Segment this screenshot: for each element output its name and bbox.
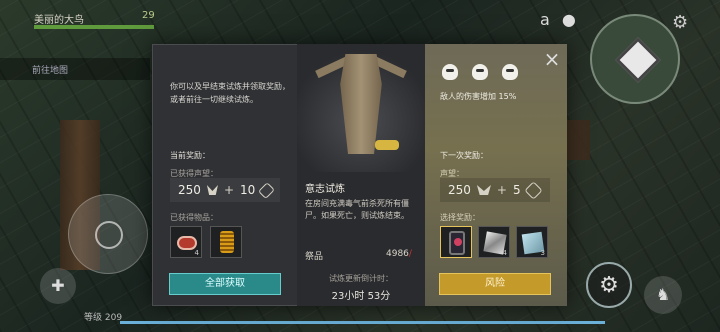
current-bonus-value: 10 [240,183,256,197]
item-slot-foil[interactable]: 4 [478,226,510,258]
filter-icon [220,231,234,253]
offering-icon: / [408,249,412,259]
player-name: 美丽的大鸟 [34,15,84,26]
item-count: 4 [502,249,507,257]
current-reputation-row: 250 + 10 [170,178,280,202]
timer-value: 23小时 53分 [331,291,391,302]
trial-title: 意志试炼 [305,184,345,195]
gold-pile [375,140,399,150]
item-slot-phone[interactable] [440,226,472,258]
offering-value: 4986/ [386,249,412,259]
risk-button[interactable]: 风险 [439,273,551,295]
offering-amount: 4986 [386,249,409,259]
item-count: 4 [194,249,199,257]
current-reputation-block: 已获得声望： 250 + 10 [170,168,280,202]
joystick-knob[interactable] [95,221,123,249]
dpad-button[interactable]: ✚ [40,268,76,304]
skull-icon [442,64,458,80]
timer-label: 试炼更新倒计时： [329,274,393,283]
current-rep-value: 250 [178,183,201,197]
next-bonus-value: 5 [512,183,521,197]
next-items-block: 选择奖励： 4 3 [440,212,548,258]
item-slot-meat[interactable]: 4 [170,226,202,258]
health-bar-fill [34,25,154,29]
intro-text: 你可以及早结束试炼并领取奖励，或者前往一切继续试炼。 [170,82,290,104]
experience-track [120,321,605,324]
top-icon-group: a ● [540,10,576,29]
current-items-block: 已获得物品： 4 [170,212,242,258]
items-label: 已获得物品： [170,213,218,222]
achievements-icon[interactable]: a [540,10,550,29]
health-bar [34,25,154,29]
damage-increase-text: 敌人的伤害增加 15% [440,92,517,101]
experience-fill [120,321,605,324]
skull-icon [502,64,518,80]
next-rep-value: 250 [448,183,471,197]
tree-trunk [340,54,382,154]
phone-icon [449,231,465,255]
item-slot-glass[interactable]: 3 [516,226,548,258]
trial-description: 在房间充满毒气前杀死所有僵尸。如果死亡，则试炼结束。 [305,199,409,220]
next-reward-title: 下一次奖励： [440,151,488,160]
player-level: 29 [142,10,155,21]
plus-sign: + [223,183,235,197]
sneak-button[interactable]: ♞ [644,276,682,314]
get-all-button[interactable]: 全部获取 [169,273,281,295]
close-icon[interactable]: × [541,48,563,70]
skull-icon [472,64,488,80]
goto-map-button[interactable]: 前往地图 [0,58,150,80]
friends-icon[interactable]: ● [562,10,576,29]
trial-tree-artwork [297,44,425,172]
meat-icon [177,236,197,250]
trial-info-section [297,44,425,306]
minimap[interactable] [590,14,680,104]
item-slot-filter[interactable] [210,226,242,258]
next-items-label: 选择奖励： [440,213,480,222]
difficulty-skulls [442,64,518,80]
offering-label: 祭品 [305,252,324,262]
plus-sign: + [496,183,507,197]
settings-gear-icon[interactable]: ⚙ [672,12,688,33]
badge-icon [258,181,276,199]
next-reputation-block: 声望： 250 + 5 [440,168,550,202]
experience-level-label: 等级 209 [84,313,123,323]
craft-gear-button[interactable]: ⚙ [586,262,632,308]
next-reputation-row: 250 + 5 [440,178,550,202]
movement-joystick[interactable] [68,194,148,274]
experience-bar: 等级 209 [0,313,720,332]
wolf-icon [476,185,491,195]
minimap-building-icon [615,37,661,83]
wolf-icon [206,185,218,195]
badge-icon [523,180,543,200]
item-count: 3 [540,249,545,257]
current-reward-title: 当前奖励： [170,151,210,160]
